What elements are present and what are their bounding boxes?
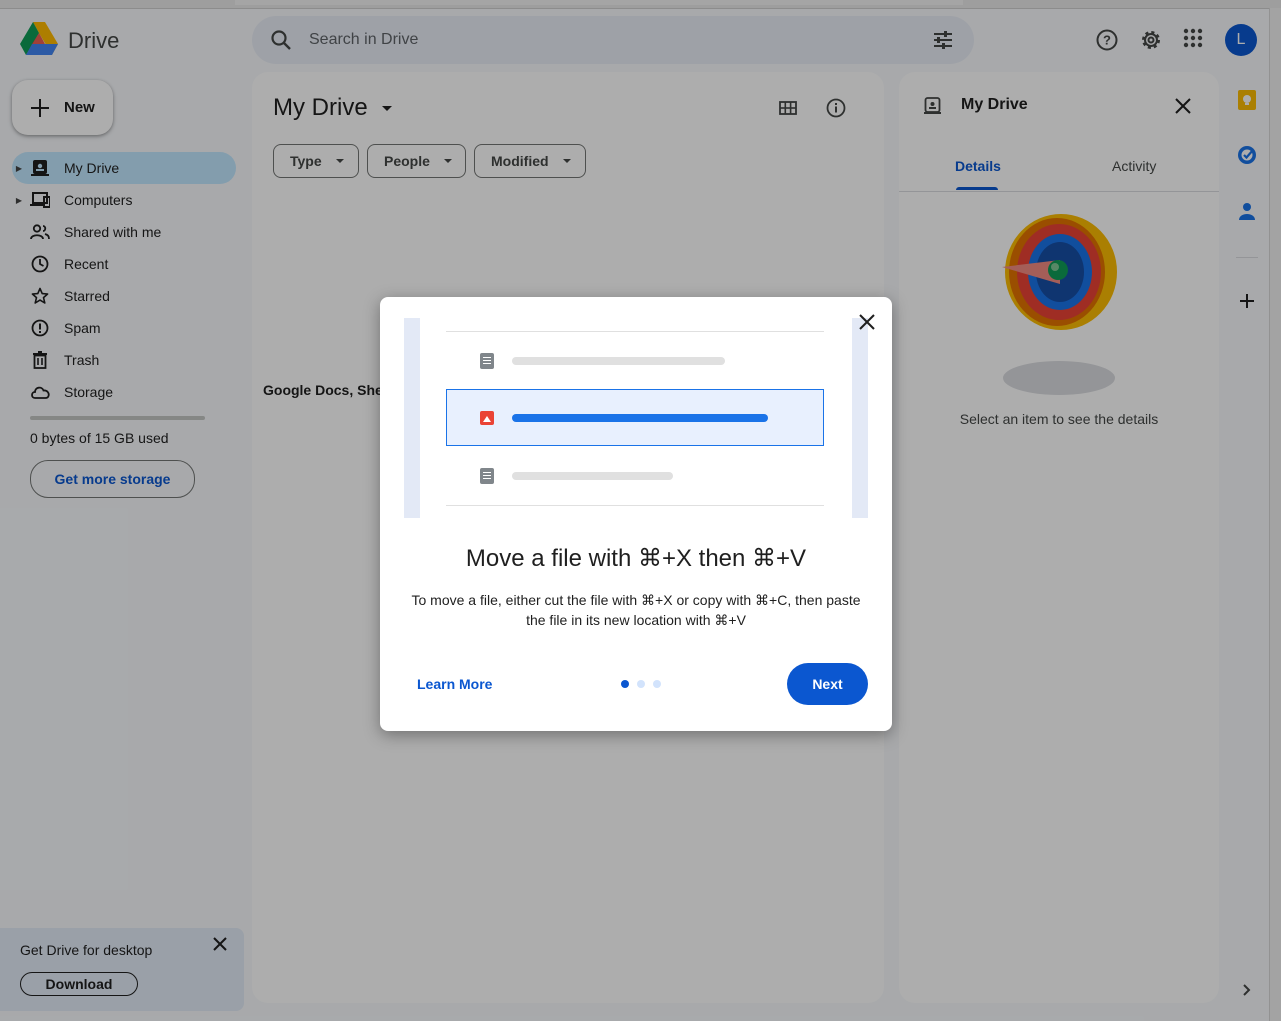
close-icon[interactable] bbox=[858, 313, 876, 336]
document-icon bbox=[480, 353, 494, 369]
learn-more-link[interactable]: Learn More bbox=[417, 676, 492, 692]
file-list-illustration bbox=[404, 318, 868, 518]
dialog-body: To move a file, either cut the file with… bbox=[411, 592, 861, 628]
document-icon bbox=[480, 468, 494, 484]
page-dot[interactable] bbox=[653, 680, 661, 688]
tip-dialog: Move a file with ⌘+X then ⌘+V To move a … bbox=[380, 297, 892, 731]
dialog-heading: Move a file with ⌘+X then ⌘+V bbox=[465, 545, 807, 572]
next-button[interactable]: Next bbox=[787, 663, 868, 705]
image-file-icon bbox=[480, 411, 494, 425]
page-dot-active[interactable] bbox=[621, 680, 629, 688]
pagination-dots bbox=[621, 680, 661, 688]
page-dot[interactable] bbox=[637, 680, 645, 688]
